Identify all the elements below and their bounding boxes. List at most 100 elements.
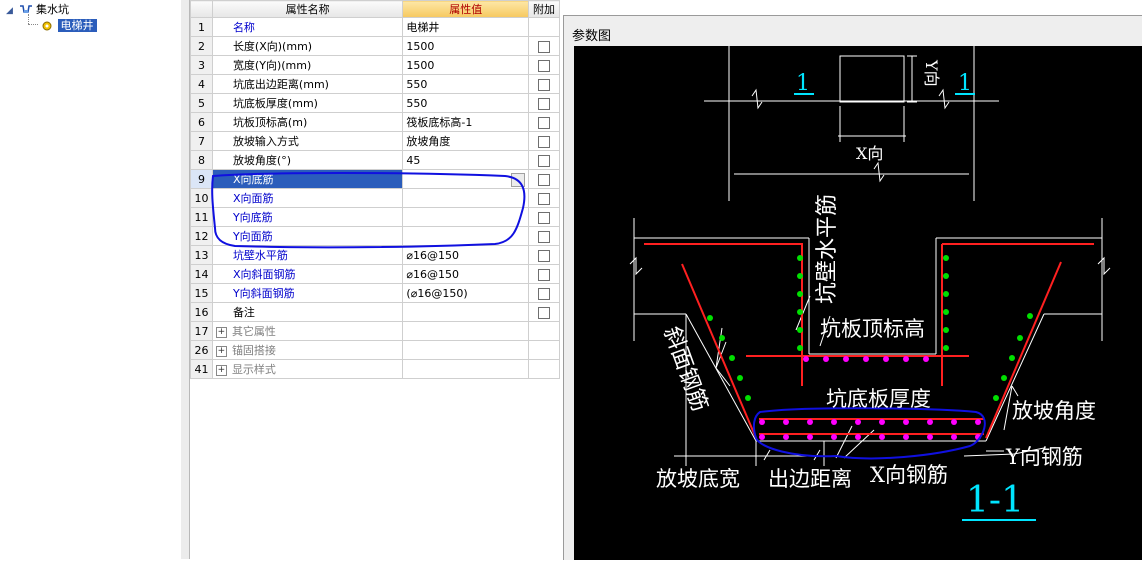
slope-width-label: 放坡底宽 <box>656 467 740 491</box>
grid-row[interactable]: 26 + 锚固搭接 <box>190 340 560 360</box>
collapse-arrow-icon[interactable]: ◢ <box>6 3 15 19</box>
expand-plus-icon[interactable]: + <box>215 364 227 376</box>
diagram-canvas: 1 1 Y向 X向 坑壁水平筋 坑板顶标高 斜面钢筋 坑底板厚度 放坡角度 Y向… <box>574 46 1142 560</box>
property-value[interactable]: 1500 <box>402 36 530 56</box>
sump-icon <box>19 5 32 13</box>
grid-row[interactable]: 2 长度(X向)(mm) 1500 <box>190 36 560 56</box>
grid-row[interactable]: 6 坑板顶标高(m) 筏板底标高-1 <box>190 112 560 132</box>
tree-root-label: 集水坑 <box>36 3 69 16</box>
property-value[interactable]: 550 <box>402 93 530 113</box>
tree-node-elevator-shaft[interactable]: 电梯井 <box>40 18 97 34</box>
grid-row[interactable]: 14 X向斜面钢筋 ⌀16@150 <box>190 264 560 284</box>
expand-plus-icon[interactable]: + <box>215 326 227 338</box>
property-value[interactable]: (⌀16@150) <box>402 283 530 303</box>
grid-row[interactable]: 5 坑底板厚度(mm) 550 <box>190 93 560 113</box>
group-header[interactable]: + 其它属性 <box>211 321 404 341</box>
property-value[interactable]: 筏板底标高-1 <box>402 112 530 132</box>
grid-row[interactable]: 3 宽度(Y向)(mm) 1500 <box>190 55 560 75</box>
grid-row[interactable]: 1 名称 电梯井 <box>190 17 560 37</box>
property-name-text: 放坡角度(°) <box>232 154 292 167</box>
grid-row[interactable]: 16 备注 <box>190 302 560 322</box>
property-value-text: 电梯井 <box>406 21 440 34</box>
grid-row[interactable]: 41 + 显示样式 <box>190 359 560 379</box>
property-name-text: 备注 <box>232 306 255 319</box>
extra-cell <box>528 93 560 113</box>
extra-checkbox[interactable] <box>538 40 551 53</box>
extra-checkbox[interactable] <box>538 78 551 91</box>
row-number: 4 <box>190 74 213 94</box>
extra-checkbox[interactable] <box>538 59 551 72</box>
property-name-text: X向斜面钢筋 <box>232 268 296 281</box>
header-number <box>190 0 213 18</box>
property-name-text: 名称 <box>232 21 255 34</box>
slope-angle-label: 放坡角度 <box>1012 399 1096 423</box>
group-header[interactable]: + 显示样式 <box>211 359 404 379</box>
property-name[interactable]: 放坡角度(°) <box>211 150 404 170</box>
extra-cell <box>528 264 560 284</box>
extra-checkbox[interactable] <box>538 268 551 281</box>
property-name-text: 显示样式 <box>231 363 276 376</box>
property-value[interactable]: ⌀16@150 <box>402 264 530 284</box>
grid-row[interactable]: 7 放坡输入方式 放坡角度 <box>190 131 560 151</box>
header-property-value[interactable]: 属性值 <box>402 0 530 18</box>
extra-checkbox[interactable] <box>538 211 551 224</box>
property-name-text: 坑底出边距离(mm) <box>232 78 329 91</box>
header-property-name[interactable]: 属性名称 <box>211 0 404 18</box>
extra-checkbox[interactable] <box>538 287 551 300</box>
annotation-scribble <box>211 172 526 249</box>
expand-plus-icon[interactable]: + <box>215 345 227 357</box>
property-value[interactable] <box>402 321 530 341</box>
property-value[interactable] <box>402 359 530 379</box>
grid-row[interactable]: 15 Y向斜面钢筋 (⌀16@150) <box>190 283 560 303</box>
property-value-text: (⌀16@150) <box>406 286 468 300</box>
tree-scrollbar[interactable] <box>181 0 190 559</box>
property-name[interactable]: 坑底出边距离(mm) <box>211 74 404 94</box>
property-name[interactable]: 名称 <box>211 17 404 37</box>
extra-cell <box>528 55 560 75</box>
extra-cell <box>528 302 560 322</box>
tree-node-root[interactable]: ◢ 集水坑 <box>6 2 69 18</box>
row-number: 41 <box>190 359 213 379</box>
diagram-drawing: 1 1 Y向 X向 坑壁水平筋 坑板顶标高 斜面钢筋 坑底板厚度 放坡角度 Y向… <box>629 46 1111 521</box>
property-name[interactable]: 坑板顶标高(m) <box>211 112 404 132</box>
grid-row[interactable]: 4 坑底出边距离(mm) 550 <box>190 74 560 94</box>
property-value[interactable]: 1500 <box>402 55 530 75</box>
property-value[interactable]: 放坡角度 <box>402 131 530 151</box>
property-name[interactable]: 长度(X向)(mm) <box>211 36 404 56</box>
extra-checkbox[interactable] <box>538 230 551 243</box>
property-value[interactable]: 电梯井 <box>402 17 530 37</box>
extra-checkbox[interactable] <box>538 135 551 148</box>
grid-row[interactable]: 8 放坡角度(°) 45 <box>190 150 560 170</box>
property-value[interactable] <box>402 340 530 360</box>
property-name[interactable]: 宽度(Y向)(mm) <box>211 55 404 75</box>
extra-checkbox[interactable] <box>538 306 551 319</box>
property-value[interactable] <box>402 302 530 322</box>
extra-checkbox[interactable] <box>538 249 551 262</box>
plan-section-left-label: 1 <box>796 71 810 96</box>
header-extra[interactable]: 附加 <box>528 0 560 18</box>
y-rebar-label: Y向钢筋 <box>1005 445 1083 469</box>
extra-cell <box>528 74 560 94</box>
extra-checkbox[interactable] <box>538 173 551 186</box>
property-name[interactable]: 放坡输入方式 <box>211 131 404 151</box>
row-number: 15 <box>190 283 213 303</box>
plan-section-right-label: 1 <box>958 71 972 96</box>
extra-checkbox[interactable] <box>538 97 551 110</box>
extra-cell <box>528 112 560 132</box>
property-value[interactable]: 45 <box>402 150 530 170</box>
y-dir-label: Y向 <box>922 59 941 87</box>
grid-row[interactable]: 17 + 其它属性 <box>190 321 560 341</box>
property-name[interactable]: 坑底板厚度(mm) <box>211 93 404 113</box>
slope-rebar-label: 斜面钢筋 <box>658 324 712 415</box>
property-name[interactable]: Y向斜面钢筋 <box>211 283 404 303</box>
extra-checkbox[interactable] <box>538 154 551 167</box>
property-value-text: 45 <box>406 153 421 167</box>
property-name[interactable]: 备注 <box>211 302 404 322</box>
extra-checkbox[interactable] <box>538 116 551 129</box>
extra-checkbox[interactable] <box>538 192 551 205</box>
row-number: 26 <box>190 340 213 360</box>
property-value[interactable]: 550 <box>402 74 530 94</box>
group-header[interactable]: + 锚固搭接 <box>211 340 404 360</box>
property-name[interactable]: X向斜面钢筋 <box>211 264 404 284</box>
panel-title: 参数图 <box>572 29 612 44</box>
